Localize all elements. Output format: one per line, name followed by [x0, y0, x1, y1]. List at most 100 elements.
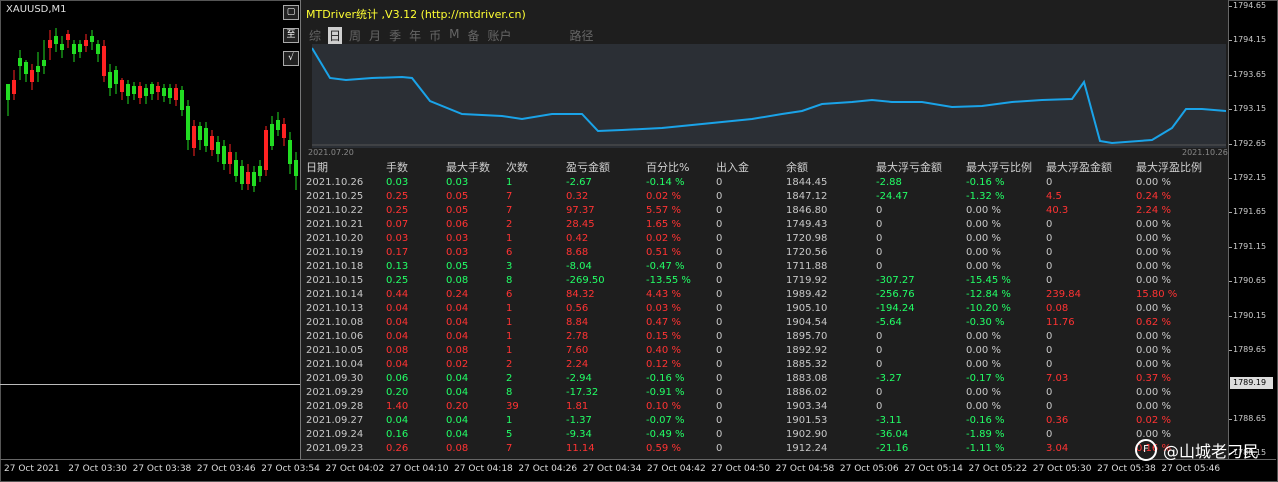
table-cell: -0.16 % [646, 373, 685, 384]
tab-3[interactable]: 月 [368, 27, 382, 44]
candle-body [126, 84, 130, 96]
table-cell: -0.49 % [646, 429, 685, 440]
time-tick-label: 27 Oct 03:38 [132, 464, 192, 474]
time-axis: 27 Oct 2021 27 Oct 03:30 27 Oct 03:38 27 Oc… [0, 459, 1276, 481]
tab-4[interactable]: 季 [388, 27, 402, 44]
table-cell: -0.30 % [966, 317, 1005, 328]
tab-7[interactable]: M [448, 27, 460, 44]
time-tick-label: 27 Oct 04:50 [711, 464, 770, 474]
candle-body [96, 44, 100, 54]
candle-body [168, 88, 172, 98]
table-cell: 0.02 [446, 359, 469, 370]
table-cell: 0.03 [386, 177, 409, 188]
table-cell: 5.57 % [646, 205, 681, 216]
table-cell: 0.00 % [966, 261, 1001, 272]
time-tick-label: 27 Oct 04:18 [454, 464, 513, 474]
table-cell: -13.55 % [646, 275, 691, 286]
table-cell: 0.08 [446, 345, 469, 356]
table-cell: 0 [716, 317, 723, 328]
table-cell: -0.14 % [646, 177, 685, 188]
candle-body [186, 106, 190, 140]
table-cell: 1 [506, 303, 513, 314]
candlestick-area [6, 28, 298, 192]
table-cell: 11.14 [566, 443, 595, 454]
tab-0[interactable]: 综 [308, 27, 322, 44]
table-cell: 7 [506, 205, 513, 216]
table-cell: 3.04 [1046, 443, 1069, 454]
table-cell: 0.04 [446, 331, 469, 342]
tab-6[interactable]: 币 [428, 27, 442, 44]
table-cell: 0.13 [386, 261, 409, 272]
mtdriver-panel: MTDriver统计 ,V3.12 (http://mtdriver.cn) 综… [300, 0, 1228, 459]
time-tick-label: 27 Oct 2021 [4, 464, 60, 474]
table-cell: 8.68 [566, 247, 589, 258]
table-cell: 0 [876, 247, 883, 258]
table-cell: 0.04 [446, 303, 469, 314]
table-row: 2021.10.25 0.25 0.05 7 0.32 0.02 % 0 1847.12 -24… [306, 190, 1226, 204]
table-cell: 2021.09.29 [306, 387, 364, 398]
table-cell: 15.80 % [1136, 289, 1178, 300]
table-cell: -3.27 [876, 373, 902, 384]
table-cell: 0.24 % [1136, 191, 1171, 202]
price-tick [1229, 40, 1232, 42]
check-button[interactable]: √ [283, 51, 299, 66]
table-cell: -0.07 % [646, 415, 685, 426]
price-tick-label: 1792.15 [1233, 173, 1267, 182]
table-cell: 0.12 % [646, 359, 681, 370]
price-tick-label: 1794.65 [1233, 1, 1267, 10]
tab-5[interactable]: 年 [408, 27, 422, 44]
table-row: 2021.10.05 0.08 0.08 1 7.60 0.40 % 0 1892.92 0 0.… [306, 344, 1226, 358]
candle-body [144, 88, 148, 96]
table-cell: 0.02 % [646, 233, 681, 244]
table-cell: 0.00 % [966, 359, 1001, 370]
column-header-5: 百分比% [646, 161, 690, 174]
price-tick-label: 1790.65 [1233, 276, 1267, 286]
tab-9[interactable]: 账户 [486, 27, 512, 44]
table-cell: 2021.10.18 [306, 261, 364, 272]
window-button-1[interactable]: ▢ [283, 5, 299, 20]
table-cell: 0 [716, 401, 723, 412]
table-cell: 0.56 [566, 303, 589, 314]
price-tick [1229, 246, 1232, 248]
table-cell: 0 [716, 443, 723, 454]
table-cell: 0.47 % [646, 317, 681, 328]
table-cell: 1 [506, 415, 513, 426]
table-cell: 0 [876, 387, 883, 398]
table-row: 2021.09.24 0.16 0.04 5 -9.34 -0.49 % 0 1902.90 -… [306, 428, 1226, 442]
table-cell: 0.00 % [966, 247, 1001, 258]
table-cell: -2.88 [876, 177, 902, 188]
table-row: 2021.10.06 0.04 0.04 1 2.78 0.15 % 0 1895.70 0 0.… [306, 330, 1226, 344]
table-cell: 1903.34 [786, 401, 828, 412]
table-cell: 1720.56 [786, 247, 828, 258]
window-button-2[interactable]: ⾄ [283, 28, 299, 43]
table-cell: 0.00 % [1136, 177, 1171, 188]
table-cell: 0.06 [386, 373, 409, 384]
tab-8[interactable]: 备 [466, 27, 480, 44]
tab-2[interactable]: 周 [348, 27, 362, 44]
table-cell: 0.04 [386, 317, 409, 328]
table-cell: 1719.92 [786, 275, 828, 286]
candle-body [258, 166, 262, 176]
watermark-logo-icon: F [1135, 439, 1157, 461]
watermark-text: @山城老刁民 [1163, 442, 1260, 461]
table-cell: 0 [716, 233, 723, 244]
price-tick [1229, 281, 1232, 283]
tab-1[interactable]: 日 [328, 27, 343, 44]
table-cell: 0 [1046, 261, 1053, 272]
time-tick-label: 27 Oct 03:54 [261, 464, 320, 474]
table-row: 2021.09.28 1.40 0.20 39 1.81 0.10 % 0 1903.34 0 0… [306, 400, 1226, 414]
table-cell: -8.04 [566, 261, 592, 272]
table-row: 2021.10.18 0.13 0.05 3 -8.04 -0.47 % 0 1711.88 0… [306, 260, 1226, 274]
table-cell: 0.15 % [646, 331, 681, 342]
table-cell: 1892.92 [786, 345, 828, 356]
candle-body [246, 172, 250, 184]
price-tick-label: 1792.65 [1233, 138, 1267, 148]
table-cell: 2021.09.30 [306, 373, 364, 384]
time-tick-label: 27 Oct 04:34 [582, 464, 642, 474]
table-cell: 0.00 % [1136, 359, 1171, 370]
table-cell: 1912.24 [786, 443, 828, 454]
candle-body [216, 142, 220, 154]
tab-10[interactable]: 路径 [569, 27, 595, 44]
table-cell: 2021.10.08 [306, 317, 364, 328]
table-cell: 1720.98 [786, 233, 828, 244]
